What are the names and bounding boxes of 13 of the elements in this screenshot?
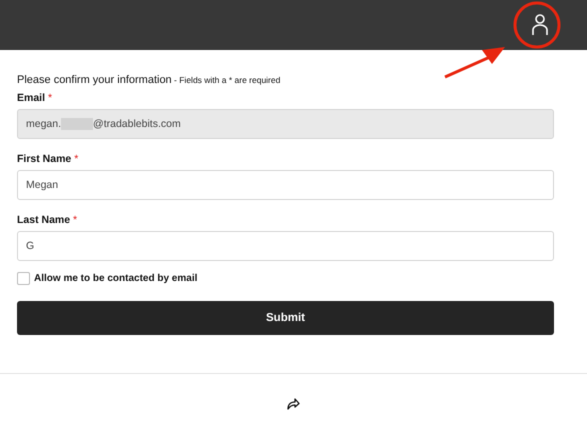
user-icon[interactable]: [531, 14, 549, 36]
annotation-arrow: [444, 47, 505, 78]
intro-text: Please confirm your information - Fields with a * are required: [17, 74, 282, 88]
field-label: First Name *: [17, 153, 80, 167]
submit-button[interactable]: Submit: [17, 301, 554, 335]
input-field[interactable]: G: [17, 231, 554, 261]
field-label: Email *: [17, 92, 54, 106]
checkbox-label: Allow me to be contacted by email: [34, 273, 198, 284]
checkbox[interactable]: [17, 272, 30, 285]
annotation-circle: [514, 2, 560, 48]
input-field[interactable]: Megan: [17, 170, 554, 200]
field-label: Last Name *: [17, 214, 78, 228]
share-icon[interactable]: [287, 398, 300, 410]
